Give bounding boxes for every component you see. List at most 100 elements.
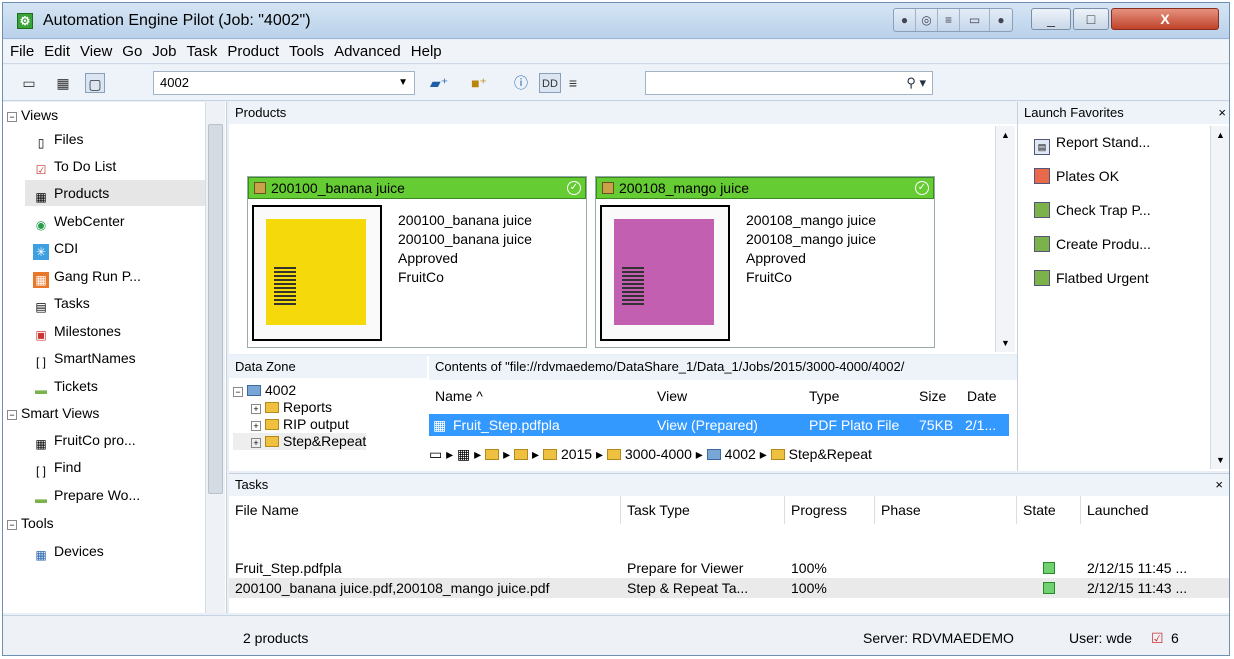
search-input[interactable]: ⚲ ▾ bbox=[645, 71, 933, 95]
tray-icon-1[interactable]: ● bbox=[894, 9, 916, 31]
sidebar-scrollbar[interactable] bbox=[205, 102, 225, 613]
tray-icon-4[interactable]: ▭ bbox=[960, 9, 990, 31]
product-card[interactable]: 200108_mango juice ✓ 200108_mango juice … bbox=[595, 176, 935, 348]
menu-view[interactable]: View bbox=[77, 40, 115, 63]
task-row[interactable]: Fruit_Step.pdfpla Prepare for Viewer 100… bbox=[229, 558, 1229, 578]
menu-task[interactable]: Task bbox=[183, 40, 220, 63]
info-icon[interactable]: ⓘ bbox=[511, 73, 531, 93]
breadcrumb-item[interactable]: 3000-4000 bbox=[625, 446, 692, 462]
scroll-down-icon[interactable]: ▼ bbox=[1001, 338, 1010, 348]
sidebar-item-todo[interactable]: ☑ To Do List bbox=[33, 153, 117, 179]
column-view[interactable]: View bbox=[657, 384, 688, 408]
column-name[interactable]: Name ^ bbox=[435, 384, 483, 408]
app-window: ⚙ Automation Engine Pilot (Job: "4002") … bbox=[2, 2, 1230, 656]
tray-icon-2[interactable]: ◎ bbox=[916, 9, 938, 31]
column-phase[interactable]: Phase bbox=[875, 496, 1017, 524]
favorite-item[interactable]: ▤ Report Stand... bbox=[1034, 130, 1150, 155]
collapse-icon[interactable]: − bbox=[233, 387, 243, 397]
todo-icon[interactable]: ☑ bbox=[1151, 630, 1164, 647]
sidebar-item-cdi[interactable]: ✳ CDI bbox=[33, 235, 78, 261]
sidebar-item-milestones[interactable]: ▣ Milestones bbox=[33, 318, 121, 344]
menu-edit[interactable]: Edit bbox=[41, 40, 73, 63]
scroll-down-icon[interactable]: ▼ bbox=[1216, 455, 1225, 465]
column-progress[interactable]: Progress bbox=[785, 496, 875, 524]
sidebar-item-smartnames[interactable]: [ ] SmartNames bbox=[33, 345, 136, 371]
task-row[interactable]: 200100_banana juice.pdf,200108_mango jui… bbox=[229, 578, 1229, 598]
scrollbar-thumb[interactable] bbox=[208, 124, 223, 494]
menu-product[interactable]: Product bbox=[224, 40, 282, 63]
section-smart-views[interactable]: − Smart Views bbox=[7, 400, 99, 426]
tray-icon-3[interactable]: ≡ bbox=[938, 9, 960, 31]
collapse-icon[interactable]: − bbox=[7, 410, 17, 420]
menu-job[interactable]: Job bbox=[149, 40, 179, 63]
product-card[interactable]: 200100_banana juice ✓ 200100_banana juic… bbox=[247, 176, 587, 348]
collapse-icon[interactable]: − bbox=[7, 112, 17, 122]
menu-go[interactable]: Go bbox=[119, 40, 145, 63]
products-scrollbar[interactable]: ▲ ▼ bbox=[995, 126, 1015, 352]
column-date[interactable]: Date bbox=[967, 384, 997, 408]
thumbnail-view-icon[interactable]: DD bbox=[539, 73, 561, 93]
folder-icon[interactable] bbox=[485, 449, 500, 460]
favorite-item[interactable]: Plates OK bbox=[1034, 164, 1119, 188]
scroll-up-icon[interactable]: ▲ bbox=[1001, 130, 1010, 140]
sidebar-item-tickets[interactable]: ▬ Tickets bbox=[33, 373, 98, 399]
new-folder-icon[interactable]: ▰⁺ bbox=[425, 73, 453, 93]
minimize-button[interactable]: _ bbox=[1031, 8, 1071, 30]
sidebar-item-find[interactable]: [ ] Find bbox=[33, 454, 81, 480]
column-launched[interactable]: Launched bbox=[1081, 496, 1229, 524]
expand-icon[interactable]: + bbox=[251, 421, 261, 431]
breadcrumb-item[interactable]: Step&Repeat bbox=[789, 446, 872, 462]
list-view-icon[interactable]: ≡ bbox=[563, 73, 583, 93]
sidebar-item-prepare[interactable]: ▬ Prepare Wo... bbox=[33, 482, 140, 508]
sidebar-item-fruitco[interactable]: ▦ FruitCo pro... bbox=[33, 427, 135, 453]
column-size[interactable]: Size bbox=[919, 384, 947, 408]
tray-icon-5[interactable]: ● bbox=[990, 9, 1012, 31]
menu-help[interactable]: Help bbox=[408, 40, 445, 63]
collapse-icon[interactable]: − bbox=[7, 520, 17, 530]
panel-view-icon[interactable]: ▢ bbox=[85, 73, 105, 93]
sidebar-item-files[interactable]: ▯ Files bbox=[33, 126, 84, 152]
favorite-item[interactable]: Flatbed Urgent bbox=[1034, 266, 1149, 290]
close-icon[interactable]: × bbox=[1218, 102, 1226, 124]
sidebar-item-webcenter[interactable]: ◉ WebCenter bbox=[33, 208, 125, 234]
section-tools[interactable]: − Tools bbox=[7, 510, 54, 536]
column-type[interactable]: Type bbox=[809, 384, 840, 408]
new-product-icon[interactable]: ■⁺ bbox=[465, 73, 493, 93]
scroll-up-icon[interactable]: ▲ bbox=[1216, 130, 1225, 140]
computer-icon[interactable]: ▭ ▸ bbox=[429, 446, 453, 462]
close-button[interactable]: X bbox=[1111, 8, 1219, 30]
tree-item[interactable]: + Step&Repeat bbox=[233, 433, 367, 450]
breadcrumb-item[interactable]: 4002 bbox=[725, 446, 756, 462]
job-selector[interactable]: 4002 ▼ bbox=[153, 71, 415, 95]
sidebar-item-devices[interactable]: ▦ Devices bbox=[33, 538, 103, 564]
tree-root[interactable]: − 4002 bbox=[233, 382, 366, 399]
folder-icon[interactable] bbox=[514, 449, 529, 460]
monitor-icon[interactable]: ▭ bbox=[19, 73, 39, 93]
sidebar-item-gang-run[interactable]: ▦ Gang Run P... bbox=[33, 263, 141, 289]
favorites-scrollbar[interactable]: ▲ ▼ bbox=[1210, 126, 1229, 469]
close-icon[interactable]: × bbox=[1215, 474, 1223, 496]
sidebar-item-tasks[interactable]: ▤ Tasks bbox=[33, 290, 89, 316]
expand-icon[interactable]: + bbox=[251, 404, 261, 414]
menu-file[interactable]: File bbox=[7, 40, 37, 63]
search-icon[interactable]: ⚲ ▾ bbox=[906, 75, 926, 91]
plates-icon bbox=[1034, 168, 1050, 184]
breadcrumb-item[interactable]: 2015 bbox=[561, 446, 592, 462]
column-state[interactable]: State bbox=[1017, 496, 1081, 524]
menu-advanced[interactable]: Advanced bbox=[331, 40, 404, 63]
network-icon[interactable]: ▦ ▸ bbox=[457, 446, 481, 462]
maximize-button[interactable]: □ bbox=[1073, 8, 1109, 30]
tree-item[interactable]: + RIP output bbox=[233, 416, 366, 433]
tree-item[interactable]: + Reports bbox=[233, 399, 366, 416]
menu-tools[interactable]: Tools bbox=[286, 40, 327, 63]
column-file-name[interactable]: File Name bbox=[229, 496, 621, 524]
sidebar-item-products[interactable]: ▦ Products bbox=[25, 180, 205, 206]
expand-icon[interactable]: + bbox=[251, 438, 261, 448]
column-task-type[interactable]: Task Type bbox=[621, 496, 785, 524]
sidebar-item-label: Find bbox=[54, 459, 82, 475]
file-row[interactable]: ▦ Fruit_Step.pdfpla View (Prepared) PDF … bbox=[429, 414, 1009, 436]
favorite-item[interactable]: Create Produ... bbox=[1034, 232, 1151, 256]
favorite-item[interactable]: Check Trap P... bbox=[1034, 198, 1151, 222]
grid-view-icon[interactable]: ▦ bbox=[53, 73, 73, 93]
section-views[interactable]: − Views bbox=[7, 102, 58, 128]
